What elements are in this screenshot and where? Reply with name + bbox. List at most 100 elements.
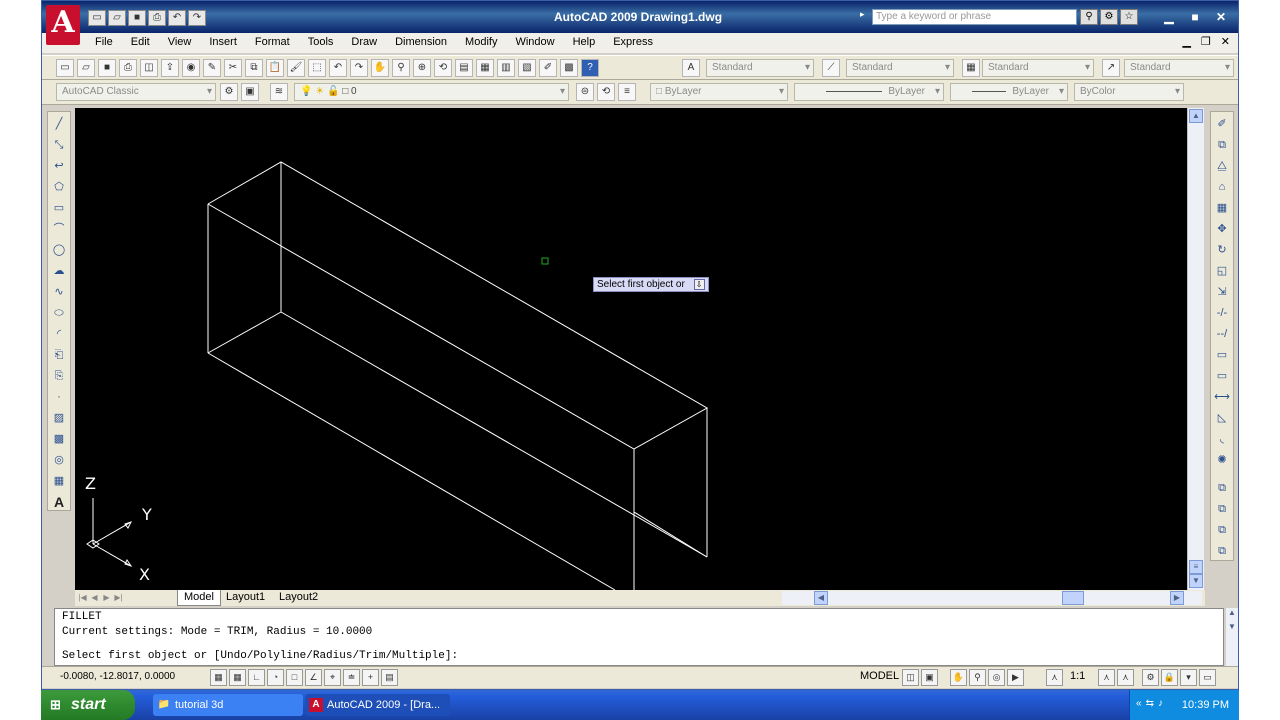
menu-view[interactable]: View (159, 33, 201, 53)
draworder-back-icon[interactable]: ⧉ (1213, 500, 1231, 518)
sheet-set-icon[interactable]: ✎ (203, 59, 221, 77)
zoom-realtime-icon[interactable]: ⚲ (392, 59, 410, 77)
gradient-icon[interactable]: ▩ (50, 430, 68, 448)
polygon-icon[interactable]: ⬠ (50, 178, 68, 196)
table-style-button[interactable]: ▦ (962, 59, 980, 77)
text-style-select[interactable]: Standard (706, 59, 814, 77)
hscroll-thumb[interactable] (1062, 591, 1084, 605)
lineweight-select[interactable]: ByLayer (950, 83, 1068, 101)
arc-icon[interactable]: ⌒ (50, 220, 68, 238)
rectangle-icon[interactable]: ▭ (50, 199, 68, 217)
application-menu-button[interactable]: A (46, 5, 80, 45)
menu-format[interactable]: Format (246, 33, 299, 53)
status-menu-icon[interactable]: ▾ (1180, 669, 1197, 686)
erase-icon[interactable]: ✐ (1213, 115, 1231, 133)
properties-icon[interactable]: ▤ (455, 59, 473, 77)
command-scrollbar[interactable]: ▲ ▼ (1226, 608, 1238, 666)
last-tab-icon[interactable]: ▶| (113, 592, 124, 604)
menu-dimension[interactable]: Dimension (386, 33, 456, 53)
vertical-scrollbar[interactable]: ▲ ≡ ▼ (1187, 108, 1204, 590)
extend-icon[interactable]: --/ (1213, 325, 1231, 343)
paste-icon[interactable]: 📋 (266, 59, 284, 77)
minimize-icon[interactable]: ▁ (1160, 8, 1178, 26)
move-icon[interactable]: ✥ (1213, 220, 1231, 238)
model-space-toggle[interactable]: MODEL (860, 670, 899, 682)
command-prompt[interactable]: Select first object or [Undo/Polyline/Ra… (62, 650, 458, 662)
menu-insert[interactable]: Insert (200, 33, 246, 53)
scroll-right-icon[interactable]: ▶ (1170, 591, 1184, 605)
circle-icon[interactable]: ◯ (50, 241, 68, 259)
horizontal-scrollbar[interactable]: ◀ ▶ (782, 591, 1202, 605)
tray-expand-icon[interactable]: « (1136, 698, 1142, 709)
cut-icon[interactable]: ✂ (224, 59, 242, 77)
table-icon[interactable]: ▦ (50, 472, 68, 490)
search-icon[interactable]: ⚲ (1080, 9, 1098, 25)
menu-modify[interactable]: Modify (456, 33, 506, 53)
spline-icon[interactable]: ∿ (50, 283, 68, 301)
design-center-icon[interactable]: ▦ (476, 59, 494, 77)
taskbar-item-autocad[interactable]: A AutoCAD 2009 - [Dra... (305, 694, 450, 716)
menu-edit[interactable]: Edit (122, 33, 159, 53)
scroll-down-icon[interactable]: ▼ (1189, 574, 1203, 588)
table-style-select[interactable]: Standard (982, 59, 1094, 77)
annotation-scale-icon[interactable]: ⋏ (1046, 669, 1063, 686)
lock-toolbars-icon[interactable]: 🔒 (1161, 669, 1178, 686)
pan-icon[interactable]: ✋ (371, 59, 389, 77)
doc-minimize-icon[interactable]: ▁ (1182, 35, 1190, 48)
maximize-icon[interactable]: ■ (1186, 8, 1204, 26)
cmd-scroll-down-icon[interactable]: ▼ (1226, 622, 1238, 636)
color-select[interactable]: □ ByLayer (650, 83, 788, 101)
region-icon[interactable]: ◎ (50, 451, 68, 469)
dynamic-ucs-icon[interactable]: ⌖ (324, 669, 341, 686)
make-block-icon[interactable]: ⎘ (50, 367, 68, 385)
plot-preview-icon[interactable]: ◫ (140, 59, 158, 77)
mirror-icon[interactable]: ⧋ (1213, 157, 1231, 175)
chamfer-icon[interactable]: ◺ (1213, 409, 1231, 427)
menu-window[interactable]: Window (506, 33, 563, 53)
quickcalc-icon[interactable]: ▩ (560, 59, 578, 77)
workspace-save-icon[interactable]: ▣ (241, 83, 259, 101)
annotation-scale[interactable]: 1:1 (1070, 670, 1085, 682)
quick-view-layouts-icon[interactable]: ◫ (902, 669, 919, 686)
doc-close-icon[interactable]: ✕ (1221, 35, 1230, 48)
workspace-settings-icon[interactable]: ⚙ (220, 83, 238, 101)
communication-center-icon[interactable]: ⚙ (1100, 9, 1118, 25)
publish-icon[interactable]: ⇪ (161, 59, 179, 77)
scroll-left-icon[interactable]: ◀ (814, 591, 828, 605)
block-editor-icon[interactable]: ⬚ (308, 59, 326, 77)
start-button[interactable]: ⊞ start (41, 690, 135, 720)
explode-icon[interactable]: ✺ (1213, 451, 1231, 469)
3d-dwf-icon[interactable]: ◉ (182, 59, 200, 77)
scale-icon[interactable]: ◱ (1213, 262, 1231, 280)
multileader-style-select[interactable]: Standard (1124, 59, 1234, 77)
draworder-front-icon[interactable]: ⧉ (1213, 479, 1231, 497)
next-tab-icon[interactable]: ▶ (101, 592, 112, 604)
show-lineweight-icon[interactable]: + (362, 669, 379, 686)
annotation-visibility-icon[interactable]: ⋏ (1098, 669, 1115, 686)
copy-object-icon[interactable]: ⧉ (1213, 136, 1231, 154)
volume-icon[interactable]: ♪ (1158, 698, 1163, 709)
dim-style-select[interactable]: Standard (846, 59, 954, 77)
dynamic-input-icon[interactable]: ≐ (343, 669, 360, 686)
object-snap-tracking-icon[interactable]: ∠ (305, 669, 322, 686)
grid-display-icon[interactable]: ▦ (229, 669, 246, 686)
menu-tools[interactable]: Tools (299, 33, 343, 53)
layer-manager-icon[interactable]: ≋ (270, 83, 288, 101)
network-icon[interactable]: ⇆ (1146, 698, 1154, 709)
tab-model[interactable]: Model (177, 590, 221, 606)
snap-mode-icon[interactable]: ▦ (210, 669, 227, 686)
layer-select[interactable]: 💡 ☀ 🔓 □ 0 (294, 83, 569, 101)
coordinate-display[interactable]: -0.0080, -12.8017, 0.0000 (60, 671, 175, 682)
break-icon[interactable]: ▭ (1213, 367, 1231, 385)
search-input[interactable]: Type a keyword or phrase (872, 9, 1077, 25)
cmd-scroll-up-icon[interactable]: ▲ (1226, 608, 1238, 622)
tooltip-options-icon[interactable]: ⇩ (693, 278, 705, 290)
layer-previous-icon[interactable]: ⟲ (597, 83, 615, 101)
make-current-layer-icon[interactable]: ⊜ (576, 83, 594, 101)
open-icon[interactable]: ▱ (108, 10, 126, 26)
new-icon[interactable]: ▭ (88, 10, 106, 26)
break-at-point-icon[interactable]: ▭ (1213, 346, 1231, 364)
help-icon[interactable]: ? (581, 59, 599, 77)
zoom-window-icon[interactable]: ⊕ (413, 59, 431, 77)
tab-layout1[interactable]: Layout1 (220, 590, 271, 606)
